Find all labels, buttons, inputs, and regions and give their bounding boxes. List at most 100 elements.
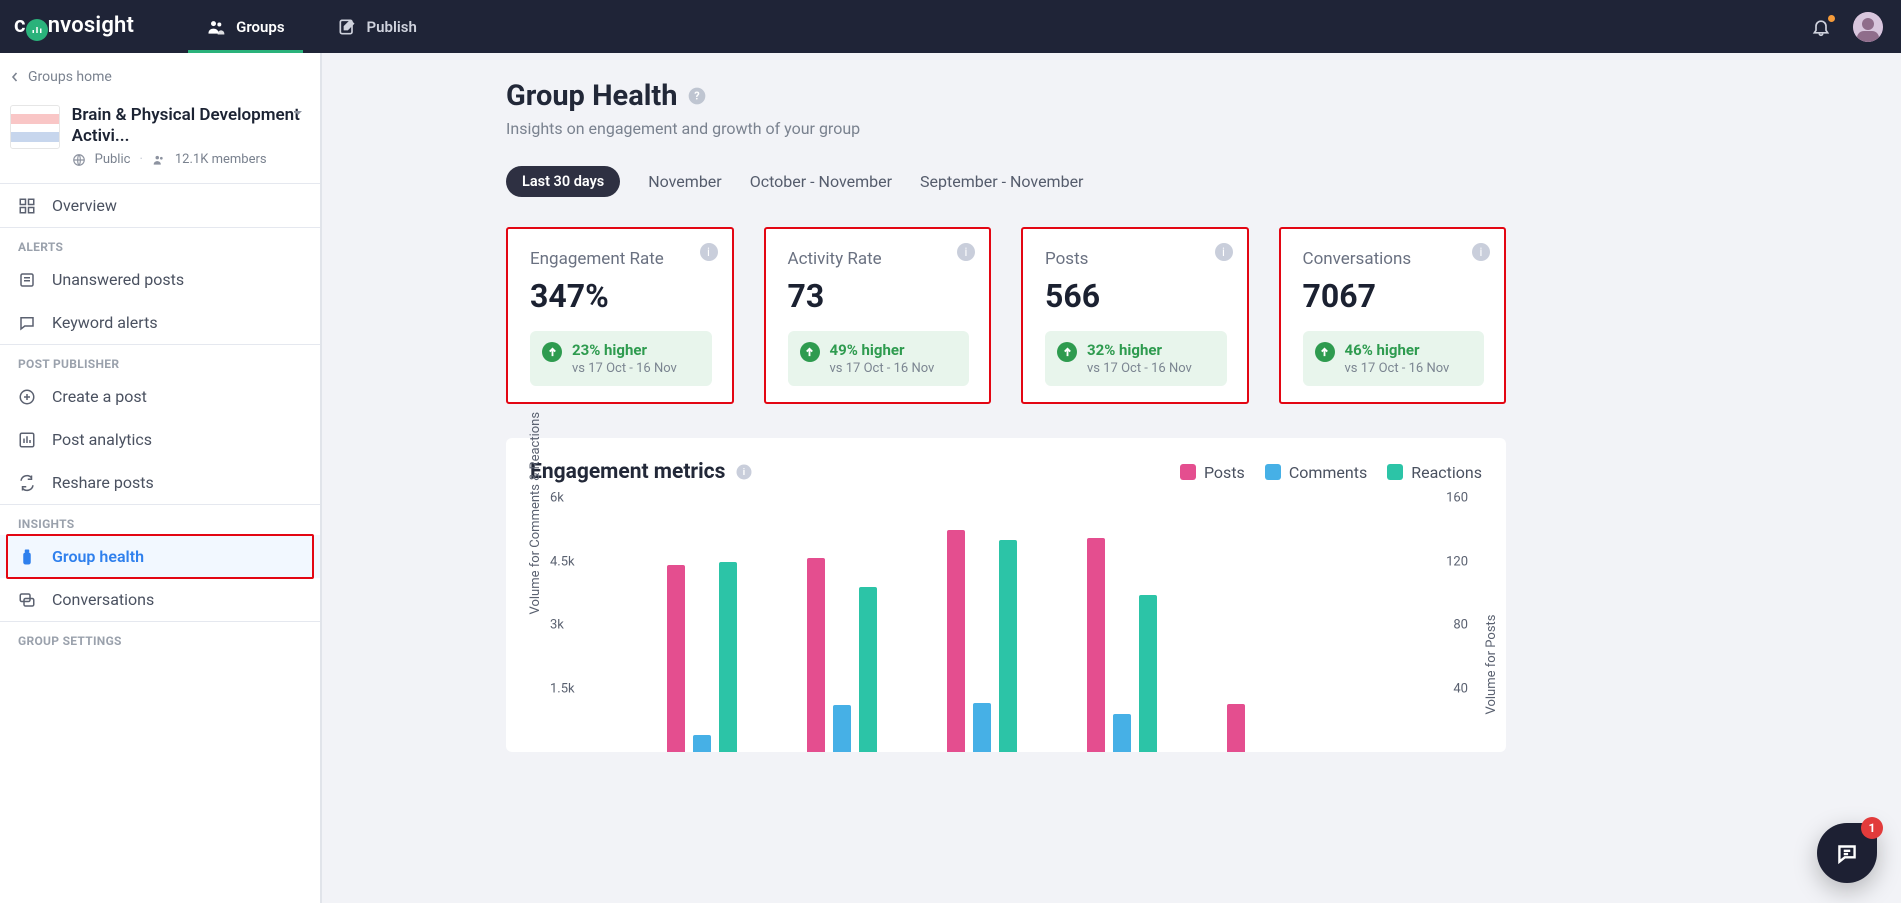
kpi-title: Engagement Rate	[530, 249, 664, 269]
sidebar-item-reshare[interactable]: Reshare posts	[0, 461, 320, 504]
bar	[667, 565, 685, 752]
kpi-delta: 49% higher vs 17 Oct - 16 Nov	[788, 331, 970, 386]
dashboard-icon	[18, 197, 36, 215]
axis-tick: 3k	[550, 618, 564, 633]
page-subtitle: Insights on engagement and growth of you…	[506, 119, 1506, 138]
range-nov[interactable]: November	[648, 172, 721, 191]
nav-right	[1811, 12, 1883, 42]
page-title-text: Group Health	[506, 79, 677, 113]
sidebar-section-alerts: ALERTS	[0, 228, 320, 258]
bar	[693, 735, 711, 752]
info-icon[interactable]: i	[957, 243, 975, 261]
kpi-delta: 32% higher vs 17 Oct - 16 Nov	[1045, 331, 1227, 386]
y-axis-right-label: Volume for Posts	[1484, 615, 1499, 715]
axis-tick: 80	[1453, 618, 1468, 633]
chart-plot: Volume for Comments & Reactions Volume f…	[530, 492, 1482, 752]
kpi-title: Posts	[1045, 249, 1088, 269]
kpi-delta: 23% highervs 17 Oct - 16 Nov	[530, 331, 712, 386]
sidebar-item-health[interactable]: Group health	[0, 535, 320, 578]
kpi-delta-text: 32% higher	[1087, 341, 1192, 359]
bar	[999, 540, 1017, 752]
notification-dot-icon	[1828, 15, 1835, 22]
bar	[947, 530, 965, 752]
sidebar-item-conversations[interactable]: Conversations	[0, 578, 320, 621]
kpi-grid: Engagement Rate i 347% 23% highervs 17 O…	[506, 227, 1506, 404]
svg-text:i: i	[743, 468, 745, 478]
main: Group Health ? Insights on engagement an…	[322, 53, 1901, 903]
kpi-title: Activity Rate	[788, 249, 882, 269]
kpi-value: 347%	[530, 277, 712, 315]
kpi-delta-range: vs 17 Oct - 16 Nov	[1345, 361, 1450, 376]
kpi-delta-text: 49% higher	[830, 341, 935, 359]
sidebar-item-unanswered[interactable]: Unanswered posts	[0, 258, 320, 301]
sidebar-item-label: Reshare posts	[52, 473, 154, 492]
compose-icon	[337, 17, 357, 37]
sidebar-item-label: Group health	[52, 547, 144, 566]
bar-group	[932, 530, 1032, 752]
kpi-delta-text: 46% higher	[1345, 341, 1450, 359]
legend-reactions[interactable]: Reactions	[1387, 463, 1482, 482]
plus-circle-icon	[18, 388, 36, 406]
brand-logo-icon	[26, 19, 48, 41]
brand[interactable]: cnvosight	[14, 13, 134, 41]
bar	[1113, 714, 1131, 752]
sidebar-item-keyword[interactable]: Keyword alerts	[0, 301, 320, 344]
chat-bubble[interactable]: 1	[1817, 823, 1877, 883]
help-icon[interactable]: ?	[687, 86, 707, 106]
nav-tab-groups-label: Groups	[236, 18, 284, 36]
group-selector[interactable]: Brain & Physical Development Activi... P…	[0, 97, 320, 184]
range-oct-nov[interactable]: October - November	[750, 172, 892, 191]
sidebar-item-label: Conversations	[52, 590, 154, 609]
date-range-tabs: Last 30 days November October - November…	[506, 166, 1506, 197]
kpi-delta-range: vs 17 Oct - 16 Nov	[572, 361, 677, 376]
comment-icon	[18, 314, 36, 332]
legend-swatch-icon	[1265, 464, 1281, 480]
legend-posts[interactable]: Posts	[1180, 463, 1245, 482]
chart-card: Engagement metrics i Posts Comments Reac…	[506, 438, 1506, 752]
arrow-up-icon	[1057, 342, 1077, 362]
axis-tick: 120	[1446, 554, 1468, 569]
legend-label: Posts	[1204, 463, 1245, 482]
info-icon[interactable]: i	[735, 463, 753, 481]
group-members: 12.1K members	[175, 152, 267, 167]
users-icon	[206, 17, 226, 37]
nav-tab-groups[interactable]: Groups	[188, 0, 302, 53]
arrow-up-icon	[800, 342, 820, 362]
group-dropdown-caret[interactable]	[292, 107, 304, 119]
axis-tick: 1.5k	[550, 681, 575, 696]
bar-chart-icon	[18, 431, 36, 449]
health-icon	[18, 548, 36, 566]
range-last30[interactable]: Last 30 days	[506, 166, 620, 197]
sidebar-item-label: Keyword alerts	[52, 313, 158, 332]
sidebar-item-label: Create a post	[52, 387, 147, 406]
kpi-delta-range: vs 17 Oct - 16 Nov	[1087, 361, 1192, 376]
sidebar: Groups home Brain & Physical Development…	[0, 53, 322, 903]
kpi-delta: 46% higher vs 17 Oct - 16 Nov	[1303, 331, 1485, 386]
chart-header: Engagement metrics i Posts Comments Reac…	[530, 460, 1482, 484]
chart-legend: Posts Comments Reactions	[1180, 463, 1482, 482]
sidebar-section-settings: GROUP SETTINGS	[0, 622, 320, 652]
info-icon[interactable]: i	[700, 243, 718, 261]
sidebar-item-analytics[interactable]: Post analytics	[0, 418, 320, 461]
kpi-value: 566	[1045, 277, 1227, 315]
notifications-button[interactable]	[1811, 17, 1831, 37]
info-icon[interactable]: i	[1215, 243, 1233, 261]
info-icon[interactable]: i	[1472, 243, 1490, 261]
page-title: Group Health ?	[506, 79, 1506, 113]
bar-group	[652, 562, 752, 753]
range-sep-nov[interactable]: September - November	[920, 172, 1083, 191]
chart-title-text: Engagement metrics	[530, 460, 725, 484]
y-axis-left-label: Volume for Comments & Reactions	[528, 412, 543, 615]
nav-tab-publish[interactable]: Publish	[319, 0, 435, 53]
avatar[interactable]	[1853, 12, 1883, 42]
bar-group	[792, 558, 892, 752]
sidebar-section-insights: INSIGHTS	[0, 505, 320, 535]
nav-tabs: Groups Publish	[188, 0, 435, 53]
top-nav: cnvosight Groups Publish	[0, 0, 1901, 53]
legend-comments[interactable]: Comments	[1265, 463, 1367, 482]
groups-home-link[interactable]: Groups home	[0, 53, 320, 97]
sidebar-item-create[interactable]: Create a post	[0, 375, 320, 418]
kpi-delta-range: vs 17 Oct - 16 Nov	[830, 361, 935, 376]
sidebar-item-overview[interactable]: Overview	[0, 184, 320, 227]
arrow-up-icon	[542, 342, 562, 362]
